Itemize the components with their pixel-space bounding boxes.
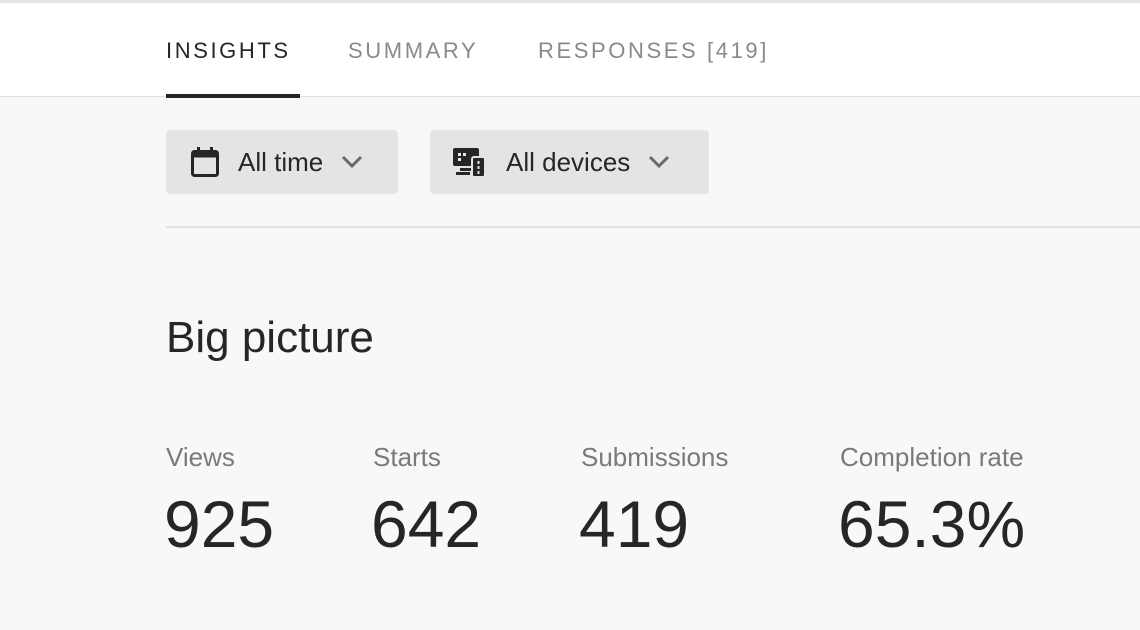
tab-insights[interactable]: INSIGHTS [166,39,291,63]
page-title: Big picture [166,313,374,362]
stat-label-completion-rate: Completion rate [840,442,1024,472]
stat-label-submissions: Submissions [581,442,729,472]
device-filter-dropdown[interactable]: All devices [430,130,709,194]
stat-value-submissions: 419 [579,487,690,561]
time-filter-dropdown[interactable]: All time [166,130,398,194]
tab-summary[interactable]: SUMMARY [348,39,478,63]
devices-icon [452,146,486,178]
time-filter-label: All time [238,146,324,177]
tab-bar: INSIGHTS SUMMARY RESPONSES [419] [0,3,1140,98]
tab-responses[interactable]: RESPONSES [419] [538,39,769,63]
device-filter-label: All devices [506,146,631,177]
stat-value-completion-rate: 65.3% [838,487,1026,561]
active-tab-indicator [166,94,300,98]
stat-label-views: Views [166,442,235,472]
calendar-icon [190,146,220,178]
filter-divider [166,226,1140,228]
stat-value-starts: 642 [371,487,482,561]
stat-label-starts: Starts [373,442,441,472]
chevron-down-icon [648,155,670,169]
chevron-down-icon [341,155,363,169]
stat-value-views: 925 [164,487,275,561]
